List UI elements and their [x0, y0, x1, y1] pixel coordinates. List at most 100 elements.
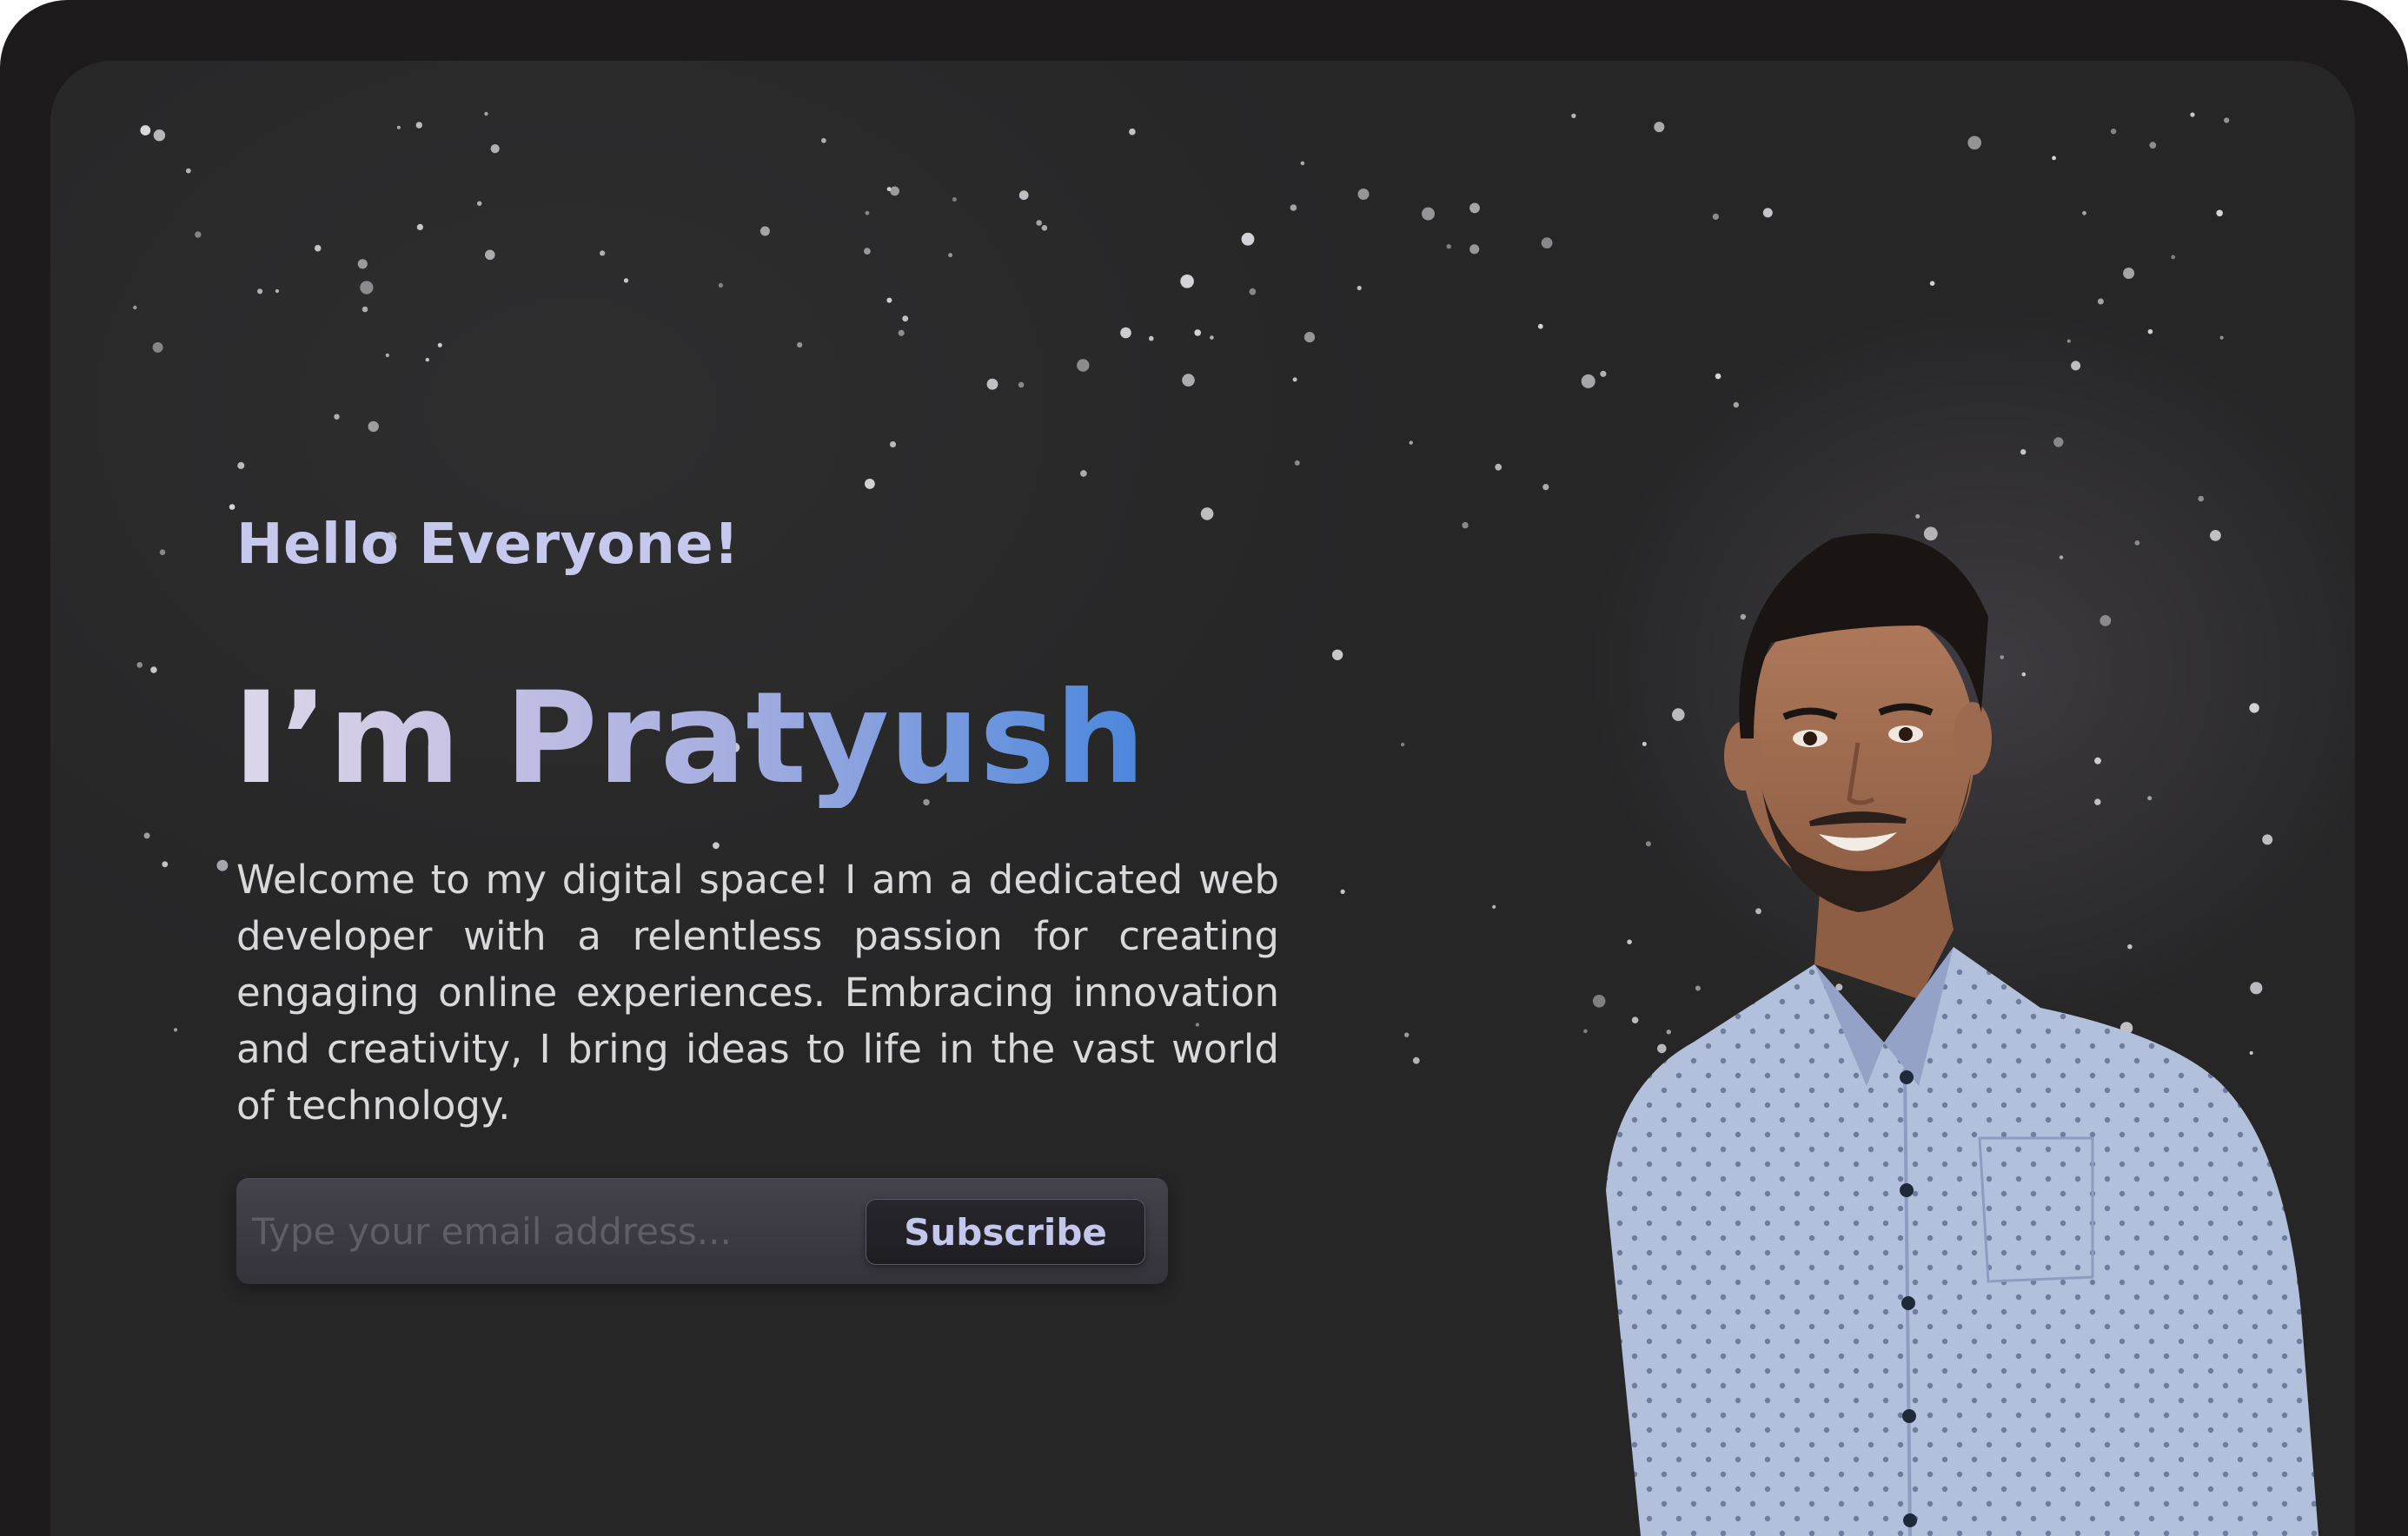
- star-dot: [886, 297, 892, 303]
- star-dot: [797, 341, 803, 348]
- star-dot: [1409, 440, 1413, 445]
- star-dot: [437, 342, 442, 348]
- star-dot: [385, 353, 389, 358]
- star-dot: [1290, 204, 1297, 211]
- greeting-text: Hello Everyone!: [236, 513, 740, 577]
- star-dot: [1120, 327, 1131, 339]
- star-dot: [952, 197, 957, 202]
- hero-section: Hello Everyone! I’m Pratyush Welcome to …: [50, 61, 2355, 1536]
- star-dot: [159, 549, 166, 555]
- star-dot: [1412, 1056, 1420, 1064]
- star-dot: [136, 662, 143, 668]
- star-dot: [1462, 521, 1469, 529]
- star-dot: [357, 259, 368, 269]
- star-dot: [1422, 207, 1435, 221]
- star-dot: [1300, 161, 1305, 166]
- star-dot: [1210, 335, 1214, 340]
- star-dot: [1304, 332, 1316, 343]
- email-input[interactable]: [252, 1195, 843, 1267]
- star-dot: [314, 244, 322, 252]
- star-dot: [1036, 220, 1042, 226]
- star-dot: [1712, 213, 1719, 220]
- star-dot: [1180, 275, 1194, 288]
- profile-photo: [1606, 533, 2318, 1536]
- star-dot: [2110, 129, 2117, 135]
- star-dot: [152, 341, 163, 353]
- star-dot: [1182, 374, 1195, 387]
- star-dot: [1571, 113, 1576, 118]
- star-dot: [1331, 649, 1343, 660]
- star-dot: [1294, 460, 1300, 466]
- star-dot: [2123, 268, 2135, 279]
- star-dot: [1654, 122, 1665, 133]
- device-frame: Hello Everyone! I’m Pratyush Welcome to …: [0, 0, 2408, 1536]
- star-dot: [1077, 359, 1090, 372]
- star-dot: [718, 282, 724, 288]
- star-dot: [2190, 112, 2195, 117]
- star-dot: [1404, 1032, 1410, 1037]
- star-dot: [1446, 244, 1451, 249]
- star-dot: [821, 137, 826, 143]
- star-dot: [195, 231, 202, 238]
- star-dot: [2224, 117, 2230, 123]
- star-dot: [1537, 323, 1543, 329]
- star-dot: [1469, 202, 1480, 214]
- star-dot: [185, 168, 191, 174]
- star-dot: [1200, 507, 1214, 520]
- star-dot: [1129, 128, 1136, 136]
- star-dot: [1241, 232, 1255, 246]
- star-dot: [1400, 742, 1405, 747]
- star-dot: [162, 861, 169, 868]
- star-dot: [864, 248, 871, 255]
- star-dot: [229, 504, 235, 510]
- star-dot: [948, 253, 953, 258]
- star-dot: [2097, 298, 2104, 305]
- star-dot: [1357, 189, 1370, 200]
- star-dot: [484, 111, 488, 116]
- star-dot: [760, 226, 770, 236]
- star-dot: [360, 281, 374, 295]
- star-dot: [275, 288, 279, 294]
- star-dot: [713, 842, 720, 850]
- star-dot: [416, 223, 423, 230]
- star-dot: [1542, 484, 1549, 491]
- star-dot: [2020, 449, 2027, 455]
- star-dot: [600, 250, 606, 256]
- star-dot: [415, 122, 422, 129]
- star-dot: [2082, 210, 2086, 215]
- star-dot: [150, 666, 157, 673]
- star-dot: [2052, 156, 2057, 161]
- star-dot: [143, 832, 150, 839]
- star-dot: [237, 461, 245, 469]
- star-dot: [173, 1028, 178, 1032]
- star-dot: [1041, 225, 1048, 231]
- star-dot: [890, 186, 899, 196]
- star-dot: [2071, 361, 2081, 371]
- hero-headline: I’m Pratyush: [233, 665, 1146, 812]
- star-dot: [490, 144, 500, 154]
- star-dot: [1249, 288, 1257, 295]
- star-dot: [2171, 255, 2176, 260]
- star-dot: [2147, 328, 2153, 334]
- star-dot: [1357, 285, 1362, 291]
- star-dot: [1967, 136, 1981, 150]
- portrait-shirt: [1606, 947, 2318, 1536]
- star-dot: [1469, 244, 1480, 255]
- star-dot: [1340, 889, 1345, 894]
- star-dot: [1149, 335, 1154, 341]
- star-dot: [334, 414, 340, 420]
- star-dot: [2066, 339, 2071, 343]
- star-dot: [898, 329, 905, 336]
- star-dot: [1492, 904, 1496, 909]
- star-dot: [902, 315, 909, 322]
- star-dot: [1018, 381, 1025, 388]
- star-dot: [1762, 208, 1773, 218]
- star-dot: [368, 420, 379, 433]
- star-dot: [2149, 142, 2157, 149]
- star-dot: [133, 305, 137, 310]
- subscribe-button[interactable]: Subscribe: [866, 1199, 1145, 1265]
- star-dot: [1018, 190, 1029, 201]
- bio-paragraph: Welcome to my digital space! I am a dedi…: [236, 857, 1279, 1129]
- star-dot: [1194, 329, 1201, 336]
- star-dot: [1715, 373, 1721, 380]
